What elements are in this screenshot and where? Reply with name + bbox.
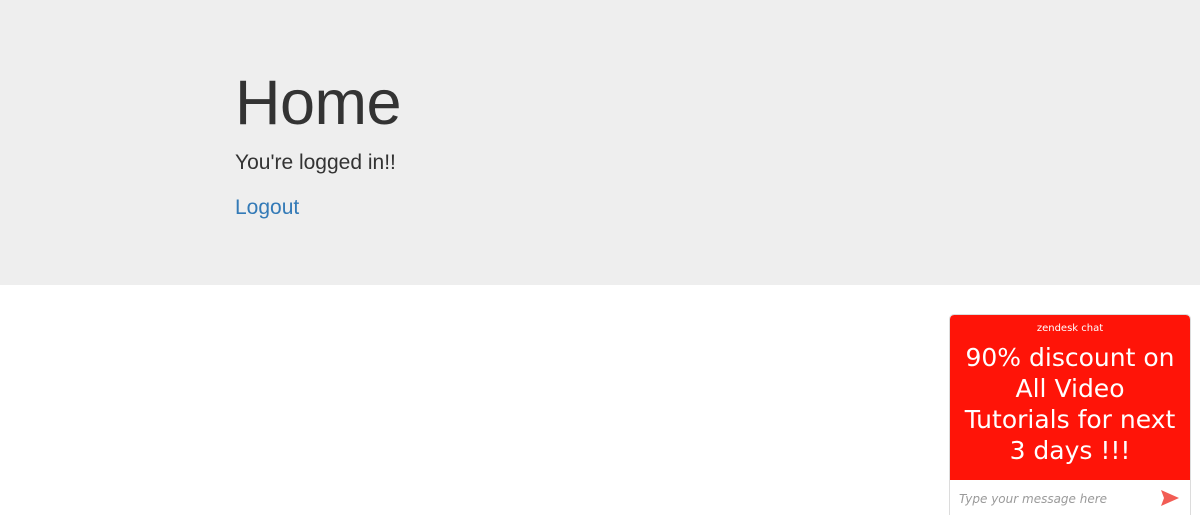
- page-title: Home: [235, 68, 402, 138]
- chat-promo-message: 90% discount on All Video Tutorials for …: [964, 343, 1176, 465]
- jumbotron: Home You're logged in!! Logout: [0, 0, 1200, 285]
- send-arrow-icon[interactable]: [1159, 488, 1181, 508]
- login-status-text: You're logged in!!: [235, 151, 396, 174]
- chat-brand-label: zendesk chat: [1036, 323, 1104, 334]
- logout-link[interactable]: Logout: [235, 195, 299, 221]
- chat-input-row: [950, 481, 1190, 515]
- chat-header[interactable]: zendesk chat 90% discount on All Video T…: [950, 315, 1190, 480]
- chat-message-input[interactable]: [959, 489, 1154, 509]
- chat-widget: zendesk chat 90% discount on All Video T…: [949, 314, 1191, 515]
